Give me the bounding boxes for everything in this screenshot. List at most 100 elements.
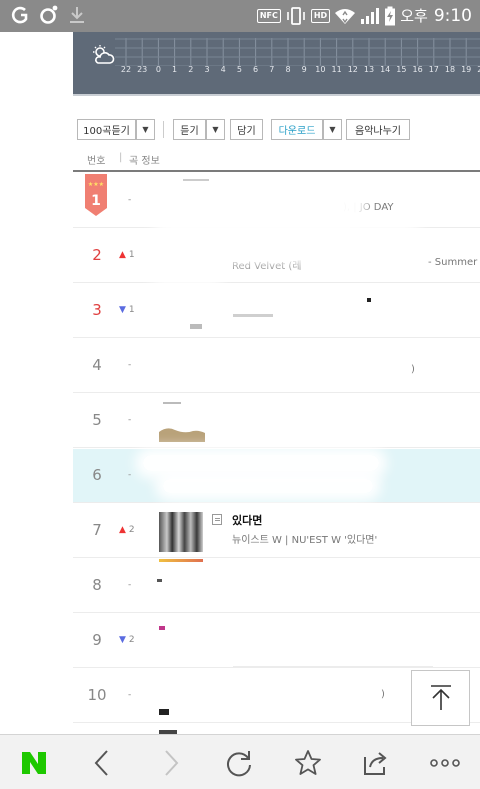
hour-tick-label: 12 [347, 65, 358, 74]
play-100-dropdown-button[interactable]: ▼ [136, 119, 155, 140]
hour-tick-label: 5 [236, 65, 242, 74]
text-fragment [233, 314, 273, 317]
hour-tick-label: 8 [285, 65, 291, 74]
share-button[interactable] [342, 735, 410, 789]
chart-row[interactable]: 8 - [73, 559, 480, 613]
chart-row-selected[interactable]: 6 - [73, 449, 480, 503]
rank-change: ▼ 1 [119, 305, 135, 315]
rank-change: - [128, 195, 132, 205]
row-divider [233, 666, 433, 668]
battery-charging-icon [385, 6, 396, 25]
naver-home-icon [22, 751, 46, 774]
weather-timeline: 222301234567891011121314151617181920 [73, 32, 480, 94]
song-artist[interactable]: 뉴이스트 W | NU'EST W '있다면' [232, 531, 377, 546]
rank-change: - [128, 470, 132, 480]
chart-row[interactable]: 2 ▲1 Red Velvet (레 - Summer M [73, 229, 480, 283]
browser-bottom-bar [0, 734, 480, 789]
hour-tick-label: 4 [220, 65, 226, 74]
redacted-area [159, 180, 359, 220]
rank-change: - [128, 690, 132, 700]
share-music-button[interactable]: 음악나누기 [346, 119, 410, 140]
song-artist-fragment: Red Velvet (레 [232, 261, 302, 272]
song-info-fragment: ) [381, 689, 385, 700]
play-100-button[interactable]: 100곡듣기 [77, 119, 136, 140]
more-icon [430, 758, 460, 767]
rank-up-icon: ▲ [119, 525, 126, 535]
forward-button[interactable] [137, 735, 205, 789]
svg-text:★★★: ★★★ [88, 181, 104, 188]
column-song-info: 곡 정보 [129, 156, 160, 167]
hour-tick-label: 16 [412, 65, 423, 74]
back-icon [94, 749, 108, 776]
rank-change: - [128, 580, 132, 590]
hour-tick-label: 17 [428, 65, 439, 74]
cover-edge [163, 402, 181, 404]
chart-row[interactable]: 5 - [73, 394, 480, 448]
rank-number: 7 [92, 521, 102, 539]
chart-row[interactable]: 9 ▼ 2 [73, 614, 480, 668]
status-right-icons: NFC HD 오후 9:10 [256, 5, 472, 26]
signal-icon [361, 7, 380, 24]
scroll-to-top-button[interactable] [411, 670, 470, 726]
listen-button[interactable]: 듣기 [173, 119, 206, 140]
wifi-icon [335, 8, 356, 24]
redacted-area [143, 455, 379, 471]
more-button[interactable] [411, 735, 479, 789]
chart-row[interactable]: 3 ▼ 1 [73, 284, 480, 338]
rank-1-badge: ★★★ 1 [85, 174, 107, 216]
hour-tick-label: 3 [204, 65, 210, 74]
redacted-area [157, 263, 217, 279]
carrier-g-icon [11, 6, 28, 24]
redacted-area [163, 479, 373, 493]
cover-edge [159, 709, 169, 715]
download-dropdown-button[interactable]: ▼ [323, 119, 342, 140]
lyrics-note-icon[interactable] [212, 514, 222, 525]
listen-dropdown-button[interactable]: ▼ [206, 119, 225, 140]
bookmark-button[interactable] [274, 735, 342, 789]
rank-number: 2 [92, 246, 102, 264]
rank-change: ▲ 2 [119, 525, 135, 535]
toolbar-separator [163, 121, 164, 138]
rank-number: 1 [91, 193, 101, 209]
hour-tick-label: 7 [269, 65, 275, 74]
hour-tick-label: 15 [396, 65, 407, 74]
hour-tick-label: 13 [363, 65, 375, 74]
hour-tick-label: 6 [253, 65, 259, 74]
cover-edge [183, 179, 209, 181]
back-button[interactable] [68, 735, 136, 789]
rank-down-icon: ▼ [119, 305, 126, 315]
refresh-icon [227, 750, 251, 776]
song-title[interactable]: 있다면 [232, 512, 262, 528]
partly-cloudy-icon [93, 45, 115, 64]
download-icon [70, 7, 84, 23]
refresh-button[interactable] [205, 735, 273, 789]
weather-graph-grid [115, 38, 480, 66]
redacted-area [157, 229, 417, 257]
chart-toolbar: 100곡듣기 ▼ 듣기 ▼ 담기 다운로드 ▼ 음악나누기 [73, 112, 480, 146]
hour-tick-label: 2 [188, 65, 194, 74]
download-button[interactable]: 다운로드 [271, 119, 323, 140]
rank-change: ▼ 2 [119, 635, 135, 645]
column-number: 번호 [87, 156, 106, 167]
rank-number: 3 [92, 301, 102, 319]
share-icon [364, 751, 387, 775]
weather-divider [73, 94, 480, 96]
cover-edge [159, 559, 203, 562]
hour-tick-label: 9 [301, 65, 307, 74]
hour-tick-label: 18 [444, 65, 456, 74]
rank-number: 9 [92, 631, 102, 649]
cover-edge [159, 626, 165, 630]
hour-tick-labels: 222301234567891011121314151617181920 [73, 65, 480, 79]
chart-row[interactable]: ★★★ 1 - ), | JO DAY [73, 174, 480, 228]
cover-edge [190, 324, 202, 329]
save-button[interactable]: 담기 [230, 119, 263, 140]
vibrate-icon [287, 6, 305, 25]
app-root: NFC HD 오후 9:10 22 23 0 1 2 3 4 5 6 7 8 9… [0, 0, 480, 789]
rank-up-icon: ▲ [119, 250, 126, 260]
rank-number: 6 [92, 466, 102, 484]
chart-row[interactable]: 4 - ) [73, 339, 480, 393]
naver-home-button[interactable] [0, 735, 68, 789]
album-cover[interactable] [159, 512, 203, 552]
chart-row[interactable]: 7 ▲ 2 있다면 뉴이스트 W | NU'EST W '있다면' [73, 504, 480, 558]
hour-tick-label: 0 [155, 65, 161, 74]
